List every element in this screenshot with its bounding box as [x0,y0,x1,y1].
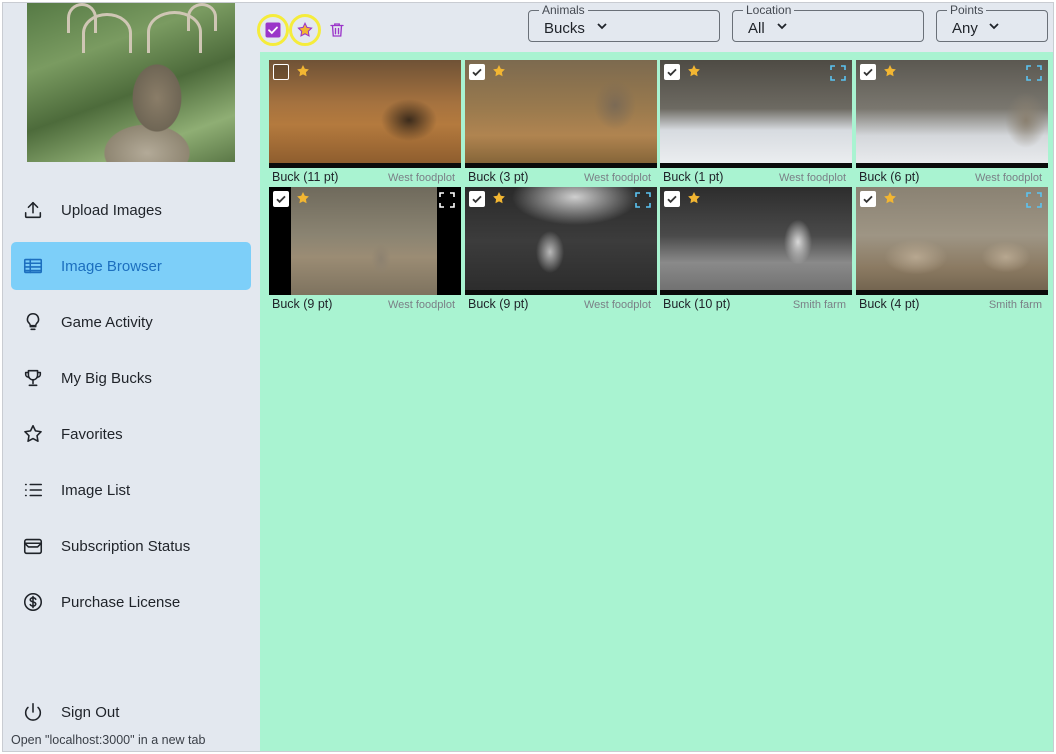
star-icon [21,422,45,446]
trash-icon [330,23,344,37]
sidebar-item-label: Purchase License [61,593,181,611]
sidebar-item-label: Subscription Status [61,537,191,555]
list-icon [21,478,45,502]
delete-selected-button[interactable] [321,14,353,46]
wallet-icon [21,534,45,558]
favorite-selected-button[interactable] [289,14,321,46]
image-card[interactable]: Buck (9 pt) West foodplot [465,187,657,313]
favorite-star-icon[interactable] [491,63,507,79]
table-icon [21,254,45,278]
image-caption: Buck (11 pt) [272,170,339,184]
select-checkbox[interactable] [273,191,289,207]
power-icon [21,700,45,724]
main-content: Animals Bucks Location All Points Any Bu… [257,3,1053,751]
image-location: West foodplot [387,172,455,184]
upload-icon [21,198,45,222]
image-location: West foodplot [387,299,455,311]
lightbulb-icon [21,310,45,334]
image-card[interactable]: Buck (6 pt) West foodplot [856,60,1048,186]
sidebar-item-label: Game Activity [61,313,153,331]
image-card[interactable]: Buck (1 pt) West foodplot [660,60,852,186]
fullscreen-icon[interactable] [635,192,651,208]
image-caption: Buck (6 pt) [859,170,920,184]
sidebar-item-favorites[interactable]: Favorites [11,410,251,458]
fullscreen-icon[interactable] [439,192,455,208]
sidebar-item-label: Image List [61,481,131,499]
image-location: Smith farm [988,299,1042,311]
image-location: Smith farm [792,299,846,311]
favorite-star-icon[interactable] [882,190,898,206]
checkbox-icon [265,22,281,38]
image-grid: Buck (11 pt) West foodplot Buck (3 pt) W… [260,52,1053,751]
animals-filter-value: Bucks [544,20,585,37]
image-location: West foodplot [778,172,846,184]
chevron-down-icon [597,23,607,30]
image-card[interactable]: Buck (3 pt) West foodplot [465,60,657,186]
image-caption: Buck (1 pt) [663,170,724,184]
favorite-star-icon[interactable] [295,190,311,206]
select-checkbox[interactable] [469,64,485,80]
points-filter-select[interactable]: Points Any [936,3,1048,42]
image-location: West foodplot [583,299,651,311]
profile-photo [27,3,235,162]
select-checkbox[interactable] [860,64,876,80]
image-location: West foodplot [583,172,651,184]
sidebar-item-image-list[interactable]: Image List [11,466,251,514]
sidebar-item-game-activity[interactable]: Game Activity [11,298,251,346]
select-checkbox[interactable] [664,191,680,207]
points-filter-value: Any [952,20,978,37]
image-caption: Buck (10 pt) [663,297,731,311]
sidebar-item-label: Image Browser [61,257,162,275]
toolbar: Animals Bucks Location All Points Any [257,3,1053,51]
fullscreen-icon[interactable] [1026,65,1042,81]
dollar-circle-icon [21,590,45,614]
favorite-star-icon[interactable] [295,63,311,79]
image-caption: Buck (9 pt) [468,297,529,311]
location-filter-label: Location [743,3,795,17]
sidebar-item-my-big-bucks[interactable]: My Big Bucks [11,354,251,402]
sidebar-item-upload-images[interactable]: Upload Images [11,186,251,234]
app-window: Upload Images Image Browser Game Activit… [2,2,1054,752]
sidebar-item-label: Upload Images [61,201,162,219]
sidebar: Upload Images Image Browser Game Activit… [3,3,260,751]
star-icon [297,22,313,37]
sidebar-item-image-browser[interactable]: Image Browser [11,242,251,290]
image-card[interactable]: Buck (4 pt) Smith farm [856,187,1048,313]
animals-filter-label: Animals [539,3,588,17]
image-card[interactable]: Buck (11 pt) West foodplot [269,60,461,186]
image-caption: Buck (9 pt) [272,297,333,311]
trophy-icon [21,366,45,390]
favorite-star-icon[interactable] [686,63,702,79]
image-location: West foodplot [974,172,1042,184]
sidebar-item-subscription-status[interactable]: Subscription Status [11,522,251,570]
browser-status-hint: Open "localhost:3000" in a new tab [3,730,214,751]
image-caption: Buck (3 pt) [468,170,529,184]
image-card[interactable]: Buck (10 pt) Smith farm [660,187,852,313]
select-checkbox[interactable] [664,64,680,80]
favorite-star-icon[interactable] [491,190,507,206]
favorite-star-icon[interactable] [882,63,898,79]
favorite-star-icon[interactable] [686,190,702,206]
fullscreen-icon[interactable] [1026,192,1042,208]
select-checkbox[interactable] [273,64,289,80]
sidebar-item-label: My Big Bucks [61,369,152,387]
location-filter-select[interactable]: Location All [732,3,924,42]
select-all-button[interactable] [257,14,289,46]
location-filter-value: All [748,20,765,37]
sidebar-item-label: Favorites [61,425,123,443]
fullscreen-icon[interactable] [830,65,846,81]
sidebar-item-purchase-license[interactable]: Purchase License [11,578,251,626]
image-card[interactable]: Buck (9 pt) West foodplot [269,187,461,313]
sign-out-label: Sign Out [61,703,120,721]
points-filter-label: Points [947,3,987,17]
sign-out-button[interactable]: Sign Out [11,688,251,736]
select-checkbox[interactable] [860,191,876,207]
select-checkbox[interactable] [469,191,485,207]
image-caption: Buck (4 pt) [859,297,920,311]
chevron-down-icon [989,23,999,30]
chevron-down-icon [777,23,787,30]
animals-filter-select[interactable]: Animals Bucks [528,3,720,42]
